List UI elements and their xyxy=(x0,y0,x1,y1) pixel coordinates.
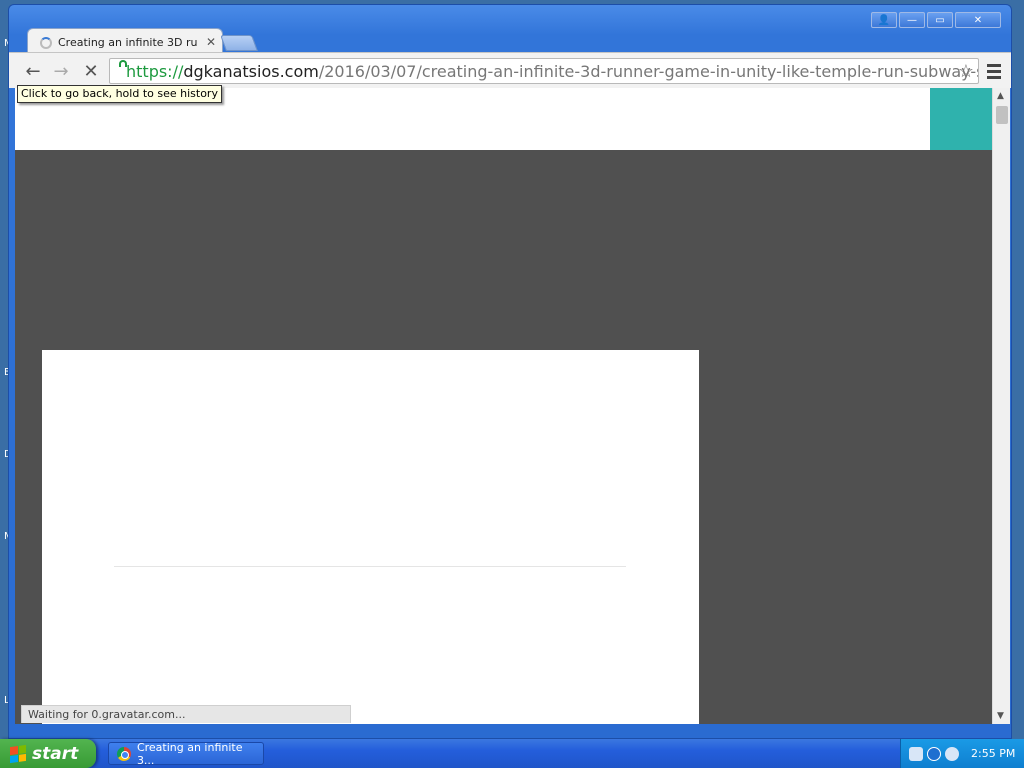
forward-button[interactable]: → xyxy=(49,59,73,83)
scroll-down-icon[interactable]: ▼ xyxy=(997,711,1004,721)
tab-title: Creating an infinite 3D runne xyxy=(58,36,198,49)
loading-spinner-icon xyxy=(40,36,52,49)
network-icon[interactable] xyxy=(927,746,941,761)
browser-toolbar: ← → ✕ https://dgkanatsios.com/2016/03/07… xyxy=(9,52,1011,88)
taskbar: start Creating an infinite 3... 2:55 PM xyxy=(0,739,1024,768)
browser-window: 👤 — ▭ ✕ Creating an infinite 3D runne ✕ … xyxy=(8,4,1012,739)
flag-pane xyxy=(10,745,18,755)
scroll-up-icon[interactable]: ▲ xyxy=(997,91,1004,101)
flag-pane xyxy=(18,752,26,762)
content-divider xyxy=(114,566,626,567)
scroll-thumb[interactable] xyxy=(996,106,1008,124)
minimize-button[interactable]: — xyxy=(899,12,925,28)
stop-button[interactable]: ✕ xyxy=(79,59,103,83)
article-content-card xyxy=(42,350,699,724)
url-scheme: https:// xyxy=(126,61,184,81)
start-button[interactable]: start xyxy=(0,739,96,768)
vertical-scrollbar[interactable]: ▲ ▼ xyxy=(992,88,1010,724)
window-controls: 👤 — ▭ ✕ xyxy=(871,12,1001,28)
back-button[interactable]: ← xyxy=(21,59,45,83)
address-bar[interactable]: https://dgkanatsios.com/2016/03/07/creat… xyxy=(109,58,979,84)
clock[interactable]: 2:55 PM xyxy=(971,747,1015,760)
start-label: start xyxy=(32,743,79,764)
flag-pane xyxy=(10,754,18,763)
system-tray: 2:55 PM xyxy=(900,739,1024,768)
status-bubble: Waiting for 0.gravatar.com... xyxy=(21,705,351,723)
url-path: /2016/03/07/creating-an-infinite-3d-runn… xyxy=(318,61,979,81)
taskbar-chrome-button[interactable]: Creating an infinite 3... xyxy=(108,740,264,767)
menu-bar-icon xyxy=(987,63,1001,67)
header-accent-block[interactable] xyxy=(930,88,992,150)
menu-bar-icon xyxy=(987,69,1001,73)
bookmark-star-icon[interactable]: ☆ xyxy=(958,61,974,82)
tab-close-icon[interactable]: ✕ xyxy=(206,35,216,49)
close-window-button[interactable]: ✕ xyxy=(955,12,1001,28)
user-profile-button[interactable]: 👤 xyxy=(871,12,897,28)
url-host: dgkanatsios.com xyxy=(183,61,319,81)
volume-icon[interactable] xyxy=(945,746,959,761)
maximize-button[interactable]: ▭ xyxy=(927,12,953,28)
back-button-tooltip: Click to go back, hold to see history xyxy=(17,85,222,103)
new-tab-button[interactable] xyxy=(220,35,258,51)
flag-pane xyxy=(18,744,26,753)
taskbar-button-label: Creating an infinite 3... xyxy=(136,740,243,767)
page-viewport: Waiting for 0.gravatar.com... xyxy=(15,88,992,724)
url-text: https://dgkanatsios.com/2016/03/07/creat… xyxy=(126,61,979,81)
menu-bar-icon xyxy=(987,75,1001,79)
keyboard-icon[interactable] xyxy=(909,746,923,761)
windows-flag-icon xyxy=(10,744,26,763)
chrome-icon xyxy=(117,746,131,761)
chrome-menu-button[interactable] xyxy=(983,59,1005,83)
